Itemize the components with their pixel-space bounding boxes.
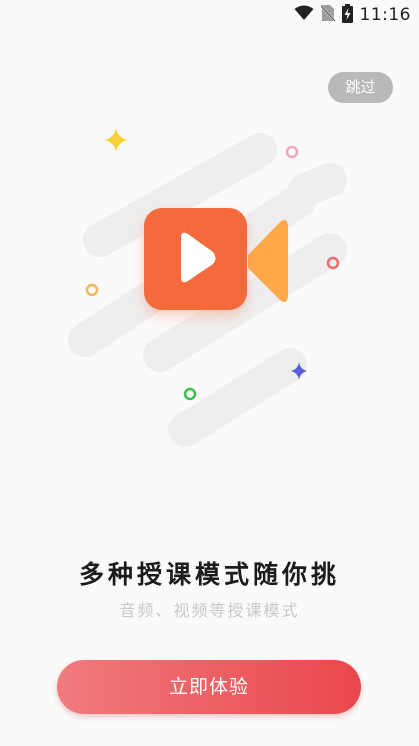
orange-ring-icon	[85, 283, 99, 297]
headline: 多种授课模式随你挑	[78, 560, 340, 589]
wifi-icon	[294, 5, 314, 25]
battery-charging-icon	[341, 3, 353, 27]
try-now-button[interactable]: 立即体验	[57, 660, 361, 714]
status-time: 11:16	[359, 5, 411, 25]
pink-ring-icon	[285, 145, 299, 159]
yellow-star-icon	[104, 128, 128, 152]
status-bar: 11:16	[0, 0, 419, 30]
subline: 音频、视频等授课模式	[119, 601, 300, 620]
video-illustration	[68, 128, 347, 447]
green-ring-icon	[183, 387, 197, 401]
no-sim-icon	[319, 4, 336, 26]
skip-button[interactable]: 跳过	[328, 72, 393, 103]
